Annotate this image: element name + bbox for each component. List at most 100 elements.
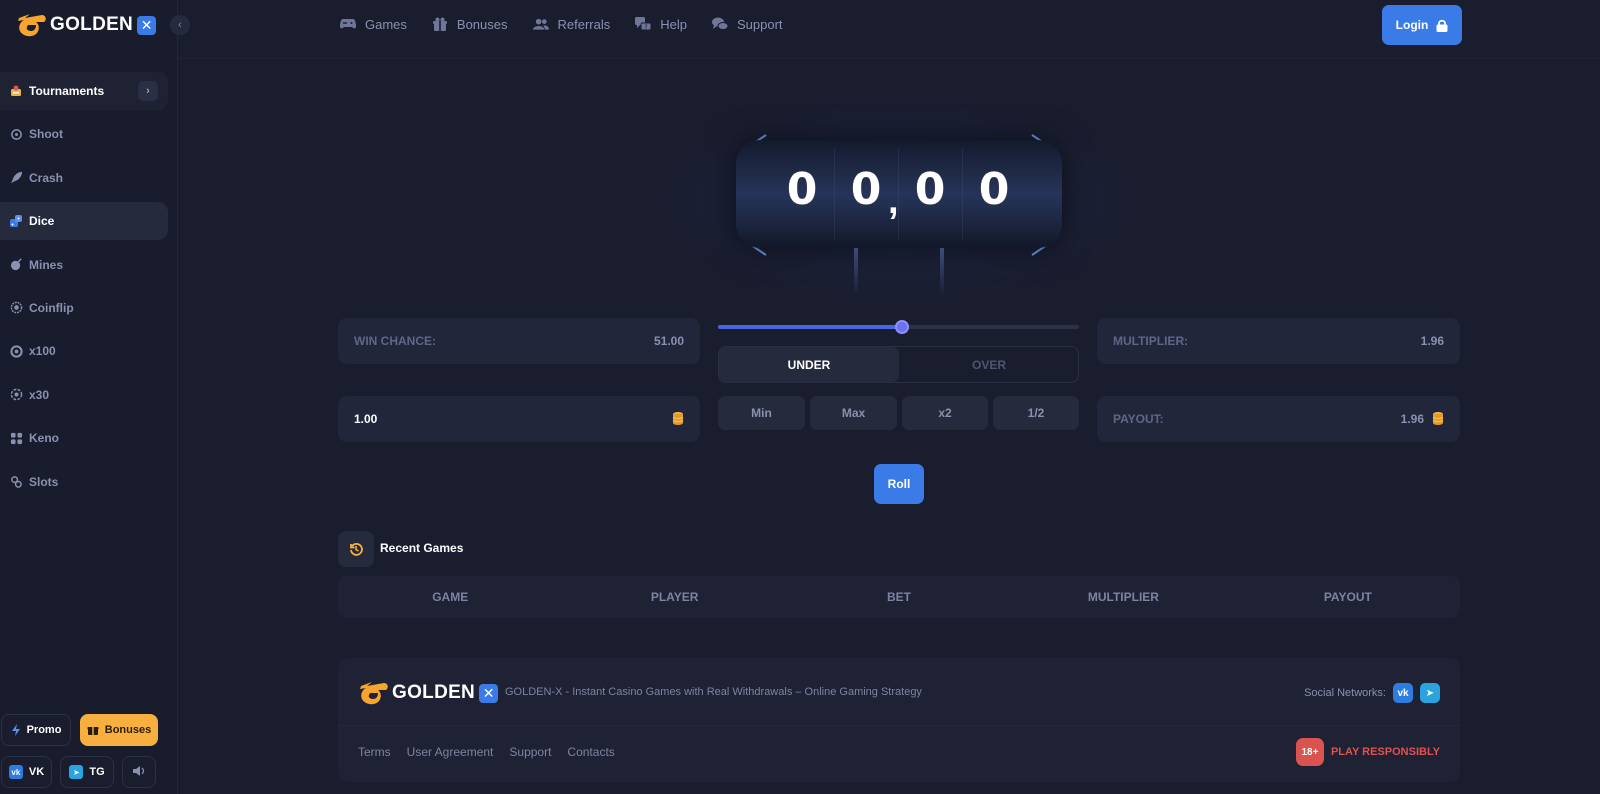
rocket-icon [9, 171, 23, 185]
brand-x-badge: ✕ [479, 683, 499, 703]
sidebar-item-label: Tournaments [29, 84, 105, 98]
play-responsibly-label: PLAY RESPONSIBLY [1330, 746, 1440, 758]
history-icon [338, 531, 374, 567]
collapse-sidebar-button[interactable]: ‹ [170, 15, 190, 35]
bonuses-button[interactable]: Bonuses [80, 714, 158, 746]
nav-help[interactable]: ? Help [635, 16, 687, 32]
telegram-icon[interactable]: ➤ [1420, 683, 1440, 703]
multiplier-field[interactable]: MULTIPLIER: 1.96 [1097, 318, 1460, 364]
grid-icon [9, 431, 23, 445]
sidebar-item-tournaments[interactable]: Tournaments › [0, 72, 168, 110]
payout-value: 1.96 [1400, 412, 1424, 426]
dice-icon [9, 214, 23, 228]
vk-button[interactable]: vk VK [1, 756, 52, 788]
bet-amount-value: 1.00 [354, 412, 378, 426]
login-button[interactable]: Login [1382, 5, 1462, 45]
counter-comma: , [888, 180, 899, 222]
svg-text:?: ? [645, 24, 648, 31]
recent-games-title: Recent Games [380, 541, 464, 555]
coin-icon [9, 301, 23, 315]
footer-brand-name: GOLDEN [392, 682, 476, 703]
gift-icon [87, 724, 99, 736]
help-chat-icon: ? [635, 16, 652, 32]
column-header-bet: BET [887, 590, 912, 604]
footer-description: GOLDEN-X - Instant Casino Games with Rea… [505, 686, 922, 698]
promo-label: Promo [26, 724, 62, 736]
users-icon [532, 16, 549, 32]
sidebar-item-x100[interactable]: x100 [0, 332, 168, 370]
tg-label: TG [89, 766, 105, 778]
brand-logo[interactable]: GOLDEN ✕ [16, 12, 157, 38]
nav-support[interactable]: Support [712, 16, 783, 32]
footer-link-user-agreement[interactable]: User Agreement [407, 745, 494, 759]
footer-logo[interactable]: GOLDEN ✕ [358, 680, 499, 706]
sidebar-item-slots[interactable]: Slots [0, 463, 168, 501]
login-label: Login [1395, 18, 1429, 32]
sidebar-item-coinflip[interactable]: Coinflip [0, 289, 168, 327]
counter-digit: 0 [850, 164, 882, 215]
gift-icon [432, 16, 448, 32]
sidebar-item-label: Coinflip [29, 300, 74, 315]
column-header-game: GAME [432, 590, 469, 604]
sidebar: GOLDEN ✕ Tournaments › Shoot Crash Dice … [0, 0, 178, 794]
speaker-icon [132, 765, 146, 780]
chance-slider-handle[interactable] [895, 320, 910, 334]
drum-leg [940, 248, 944, 296]
double-bet-button[interactable]: x2 [902, 396, 988, 430]
counter-digit: 0 [978, 164, 1010, 215]
sidebar-item-keno[interactable]: Keno [0, 419, 168, 457]
vk-label: VK [28, 766, 45, 778]
sidebar-item-crash[interactable]: Crash [0, 159, 168, 197]
brand-name: GOLDEN [50, 14, 134, 35]
sidebar-item-dice[interactable]: Dice [0, 202, 168, 241]
nav-label: Bonuses [456, 16, 508, 32]
header-divider [178, 58, 1600, 59]
lock-icon [1436, 19, 1448, 32]
drum-separator [834, 148, 835, 240]
payout-field: PAYOUT: 1.96 [1097, 396, 1460, 442]
coins-icon [672, 411, 684, 428]
roll-button[interactable]: Roll [874, 464, 924, 504]
nav-games[interactable]: Games [340, 16, 407, 32]
nav-bonuses[interactable]: Bonuses [432, 16, 508, 32]
bonuses-label: Bonuses [104, 724, 152, 736]
under-option[interactable]: UNDER [719, 347, 899, 382]
footer-link-terms[interactable]: Terms [358, 745, 391, 759]
over-option[interactable]: OVER [899, 347, 1079, 382]
top-nav: Games Bonuses Referrals ? Help Support [340, 14, 808, 34]
win-chance-field[interactable]: WIN CHANCE: 51.00 [338, 318, 700, 364]
chevron-right-icon[interactable]: › [138, 81, 158, 101]
sidebar-item-mines[interactable]: Mines [0, 246, 168, 284]
coins-icon [1432, 411, 1444, 428]
play-responsibly[interactable]: 18+ PLAY RESPONSIBLY [1295, 738, 1440, 766]
nav-label: Help [660, 16, 687, 32]
chance-slider-fill [718, 325, 903, 329]
drum-leg [854, 248, 858, 296]
tg-button[interactable]: ➤ TG [60, 756, 114, 788]
footer-link-contacts[interactable]: Contacts [567, 745, 614, 759]
sound-button[interactable] [122, 756, 156, 788]
sidebar-item-label: Crash [29, 170, 64, 185]
support-chat-icon [712, 16, 728, 32]
nav-referrals[interactable]: Referrals [532, 16, 610, 32]
vk-icon[interactable]: vk [1393, 683, 1413, 703]
sidebar-item-shoot[interactable]: Shoot [0, 115, 168, 153]
footer-link-support[interactable]: Support [509, 745, 551, 759]
half-bet-button[interactable]: 1/2 [993, 396, 1079, 430]
wheel-icon [9, 344, 23, 358]
max-bet-button[interactable]: Max [810, 396, 897, 430]
nav-label: Support [737, 16, 783, 32]
counter-digit: 0 [786, 164, 818, 215]
bet-amount-field[interactable]: 1.00 [338, 396, 700, 442]
recent-games-table-header: GAME PLAYER BET MULTIPLIER PAYOUT [338, 576, 1460, 618]
footer-social: Social Networks: vk ➤ [1304, 683, 1440, 703]
sidebar-nav: Tournaments › Shoot Crash Dice Mines Coi… [0, 72, 178, 506]
min-bet-button[interactable]: Min [718, 396, 805, 430]
promo-button[interactable]: Promo [1, 714, 71, 746]
wheel-icon [9, 388, 23, 402]
sidebar-item-x30[interactable]: x30 [0, 376, 168, 414]
column-header-player: PLAYER [650, 590, 699, 604]
sidebar-item-label: Shoot [29, 127, 63, 142]
lightning-icon [11, 724, 21, 736]
footer-links: Terms User Agreement Support Contacts [358, 745, 631, 759]
